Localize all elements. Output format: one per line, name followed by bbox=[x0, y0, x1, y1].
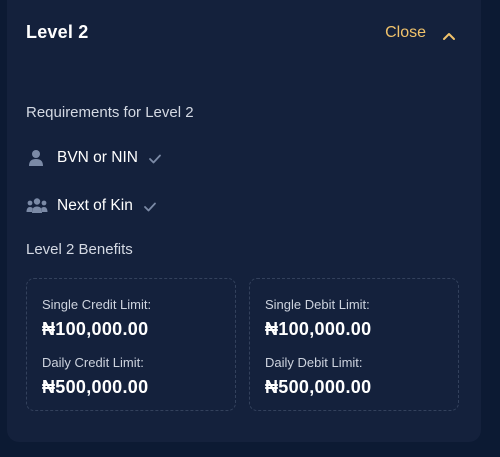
requirement-next-of-kin: Next of Kin bbox=[26, 195, 157, 217]
requirement-label: BVN or NIN bbox=[57, 149, 138, 166]
daily-credit-limit-value: ₦500,000.00 bbox=[42, 377, 149, 397]
requirements-title: Requirements for Level 2 bbox=[26, 104, 194, 121]
benefits-title: Level 2 Benefits bbox=[26, 241, 133, 258]
level-header: Level 2 Close bbox=[26, 20, 456, 46]
check-icon bbox=[143, 200, 157, 212]
close-label: Close bbox=[385, 24, 426, 41]
requirement-label: Next of Kin bbox=[57, 197, 133, 214]
page: Level 2 Close Requirements for Level 2 B… bbox=[0, 0, 500, 457]
check-icon bbox=[148, 152, 162, 164]
single-credit-limit-label: Single Credit Limit: bbox=[42, 297, 152, 312]
person-icon bbox=[26, 148, 48, 168]
level-title: Level 2 bbox=[26, 22, 89, 42]
credit-limits-box: Single Credit Limit: ₦100,000.00 Daily C… bbox=[26, 278, 236, 411]
requirement-bvn-or-nin: BVN or NIN bbox=[26, 147, 162, 169]
people-group-icon bbox=[26, 196, 48, 216]
chevron-up-icon bbox=[442, 28, 456, 40]
debit-limits-box: Single Debit Limit: ₦100,000.00 Daily De… bbox=[249, 278, 459, 411]
close-button[interactable]: Close bbox=[385, 20, 456, 46]
daily-debit-limit-label: Daily Debit Limit: bbox=[265, 355, 363, 370]
daily-credit-limit-label: Daily Credit Limit: bbox=[42, 355, 144, 370]
single-credit-limit-value: ₦100,000.00 bbox=[42, 319, 149, 339]
single-debit-limit-value: ₦100,000.00 bbox=[265, 319, 372, 339]
daily-debit-limit-value: ₦500,000.00 bbox=[265, 377, 372, 397]
single-debit-limit-label: Single Debit Limit: bbox=[265, 297, 370, 312]
